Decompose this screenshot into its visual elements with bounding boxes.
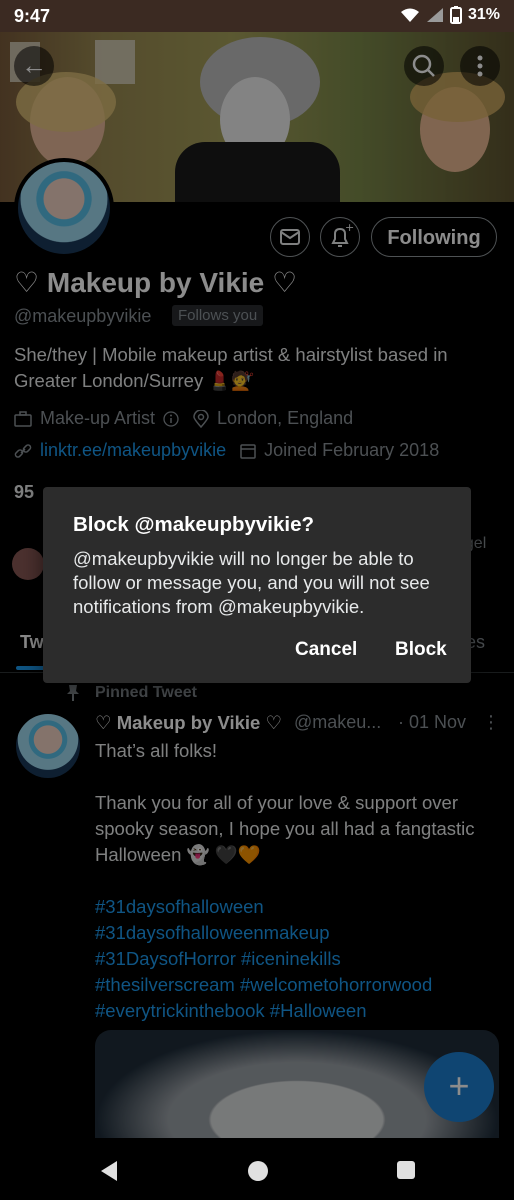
battery-icon: [449, 6, 462, 24]
block-button[interactable]: Block: [395, 639, 447, 661]
dialog-title: Block @makeupbyvikie?: [73, 513, 315, 536]
nav-back-icon[interactable]: [100, 1160, 118, 1182]
nav-home-icon[interactable]: [248, 1161, 268, 1181]
cancel-button[interactable]: Cancel: [295, 639, 357, 661]
signal-icon: [426, 8, 443, 22]
status-time: 9:47: [14, 6, 51, 26]
status-icons: 31%: [400, 6, 500, 24]
dialog-message: @makeupbyvikie will no longer be able to…: [73, 548, 430, 617]
wifi-icon: [400, 8, 419, 22]
block-dialog: Block @makeupbyvikie? @makeupbyvikie wil…: [43, 487, 471, 683]
nav-recents-icon[interactable]: [397, 1161, 415, 1179]
status-bar: 9:47 31%: [0, 0, 514, 32]
battery-level: 31%: [467, 6, 500, 23]
